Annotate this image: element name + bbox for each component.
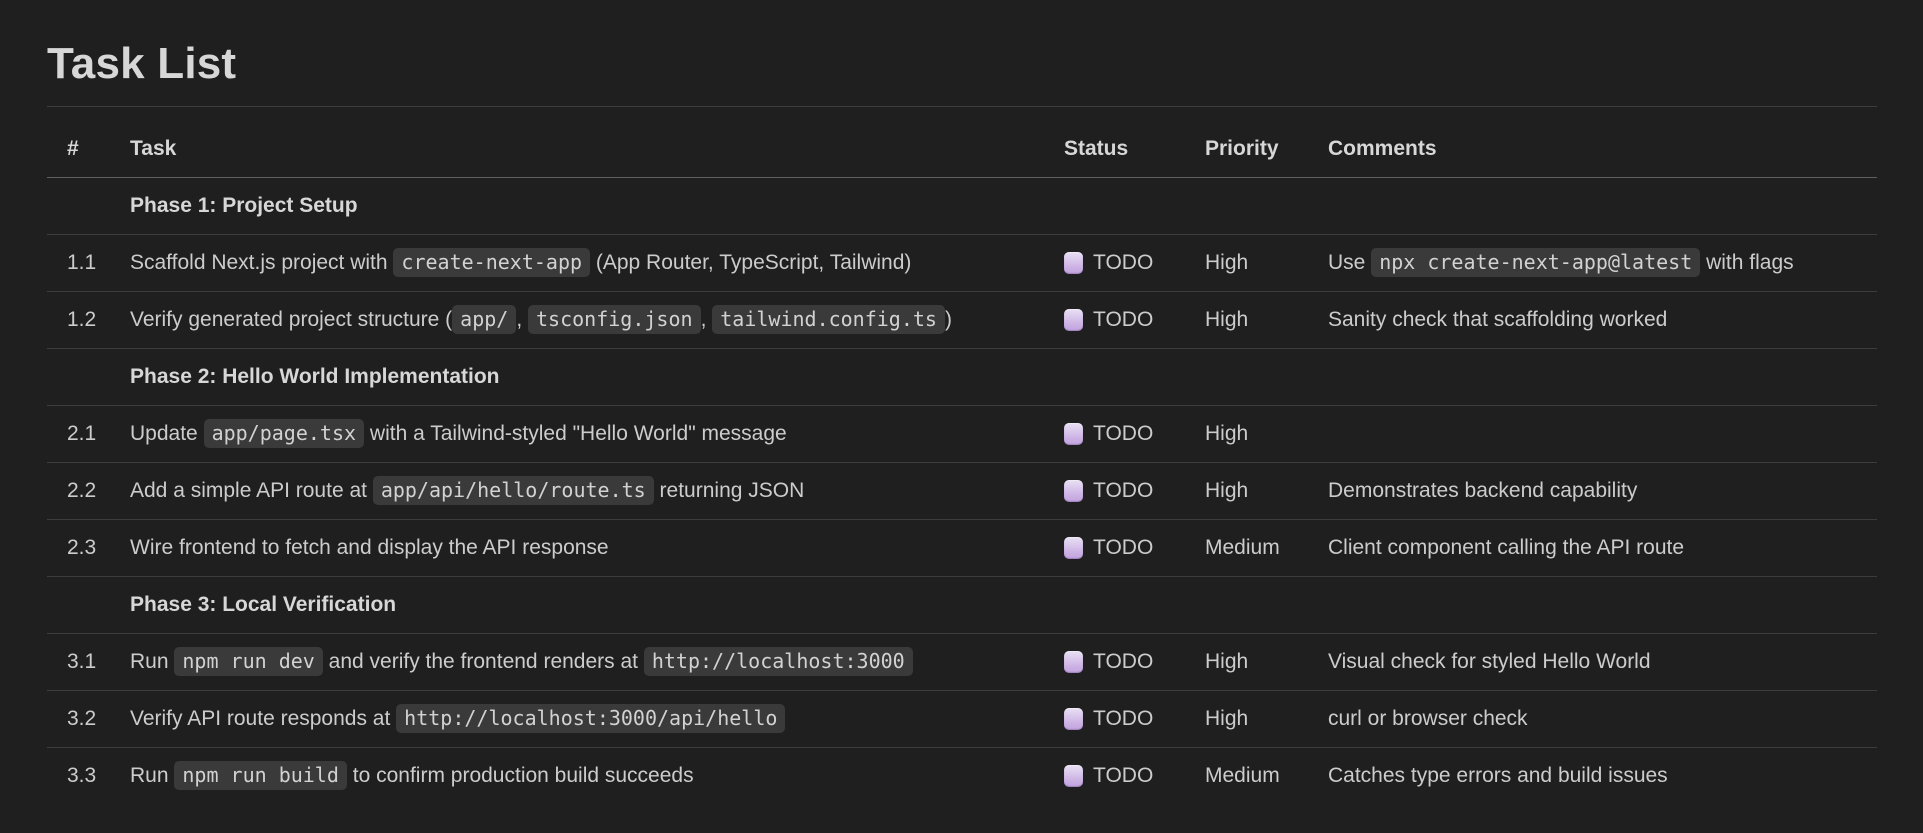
comments-cell: Demonstrates backend capability xyxy=(1328,479,1638,502)
task-cell: Verify generated project structure (app/… xyxy=(130,292,1064,349)
status-cell: TODO xyxy=(1064,406,1205,463)
inline-code: app/ xyxy=(452,305,517,334)
task-cell: Verify API route responds at http://loca… xyxy=(130,691,1064,748)
section-row: Phase 1: Project Setup xyxy=(47,178,1877,235)
table-header-row: # Task Status Priority Comments xyxy=(47,121,1877,178)
status-label: TODO xyxy=(1093,707,1154,730)
comments-cell: Visual check for styled Hello World xyxy=(1328,650,1651,673)
comments-cell: Catches type errors and build issues xyxy=(1328,764,1668,787)
inline-code: npm run build xyxy=(174,761,347,790)
section-title: Phase 2: Hello World Implementation xyxy=(130,365,500,388)
comments-cell: Use npx create-next-app@latest with flag… xyxy=(1328,235,1877,292)
col-header-num: # xyxy=(67,137,79,160)
inline-code: tsconfig.json xyxy=(528,305,701,334)
status-label: TODO xyxy=(1093,422,1154,445)
status-cell: TODO xyxy=(1064,634,1205,691)
inline-code: create-next-app xyxy=(393,248,591,277)
row-num-cell xyxy=(47,178,130,235)
todo-checkbox[interactable] xyxy=(1064,651,1083,673)
task-row: 1.1 Scaffold Next.js project with create-… xyxy=(47,234,1877,292)
status-label: TODO xyxy=(1093,308,1154,331)
task-row: 1.2 Verify generated project structure (a… xyxy=(47,291,1877,349)
task-row: 2.2 Add a simple API route at app/api/hel… xyxy=(47,462,1877,520)
row-num-cell: 3.3 xyxy=(67,764,97,787)
status-cell: TODO xyxy=(1064,235,1205,292)
todo-checkbox[interactable] xyxy=(1064,537,1083,559)
status-cell: TODO xyxy=(1064,748,1205,805)
row-num-cell: 3.1 xyxy=(67,650,97,673)
section-title: Phase 3: Local Verification xyxy=(130,593,397,616)
todo-checkbox[interactable] xyxy=(1064,480,1083,502)
priority-cell: Medium xyxy=(1205,764,1280,787)
status-label: TODO xyxy=(1093,764,1154,787)
document-body: Task List # Task Status Priority Comment… xyxy=(0,0,1923,804)
task-cell: Run npm run build to confirm production … xyxy=(130,748,1064,805)
todo-checkbox[interactable] xyxy=(1064,252,1083,274)
task-row: 3.1 Run npm run dev and verify the fronte… xyxy=(47,633,1877,691)
page-title: Task List xyxy=(47,39,237,88)
status-cell: TODO xyxy=(1064,691,1205,748)
row-num-cell: 1.1 xyxy=(67,251,97,274)
row-num-cell xyxy=(47,349,130,406)
row-num-cell xyxy=(47,577,130,634)
col-header-status: Status xyxy=(1064,137,1129,160)
todo-checkbox[interactable] xyxy=(1064,765,1083,787)
inline-code: npx create-next-app@latest xyxy=(1371,248,1701,277)
section-row: Phase 3: Local Verification xyxy=(47,576,1877,634)
task-row: 2.1 Update app/page.tsx with a Tailwind-s… xyxy=(47,405,1877,463)
col-header-priority: Priority xyxy=(1205,137,1279,160)
inline-code: http://localhost:3000/api/hello xyxy=(396,704,786,733)
todo-checkbox[interactable] xyxy=(1064,309,1083,331)
row-num-cell: 2.2 xyxy=(67,479,97,502)
task-table-body: Phase 1: Project Setup 1.1 Scaffold Next.j… xyxy=(47,178,1877,805)
priority-cell: High xyxy=(1205,251,1249,274)
task-cell: Update app/page.tsx with a Tailwind-styl… xyxy=(130,406,1064,463)
task-cell: Wire frontend to fetch and display the A… xyxy=(130,536,609,559)
section-row: Phase 2: Hello World Implementation xyxy=(47,348,1877,406)
task-cell: Scaffold Next.js project with create-nex… xyxy=(130,235,1064,292)
title-divider xyxy=(47,106,1877,107)
row-num-cell: 2.3 xyxy=(67,536,97,559)
comments-cell: curl or browser check xyxy=(1328,707,1528,730)
task-row: 3.3 Run npm run build to confirm producti… xyxy=(47,747,1877,805)
priority-cell: Medium xyxy=(1205,536,1280,559)
task-cell: Run npm run dev and verify the frontend … xyxy=(130,634,1064,691)
priority-cell: High xyxy=(1205,308,1249,331)
status-cell: TODO xyxy=(1064,292,1205,349)
task-row: 2.3 Wire frontend to fetch and display th… xyxy=(47,519,1877,577)
priority-cell: High xyxy=(1205,479,1249,502)
row-num-cell: 1.2 xyxy=(67,308,97,331)
comments-cell: Sanity check that scaffolding worked xyxy=(1328,308,1668,331)
priority-cell: High xyxy=(1205,707,1249,730)
comments-cell xyxy=(1328,406,1877,463)
todo-checkbox[interactable] xyxy=(1064,423,1083,445)
task-cell: Add a simple API route at app/api/hello/… xyxy=(130,463,1064,520)
status-cell: TODO xyxy=(1064,463,1205,520)
row-num-cell: 3.2 xyxy=(67,707,97,730)
inline-code: app/api/hello/route.ts xyxy=(372,476,654,505)
inline-code: tailwind.config.ts xyxy=(712,305,945,334)
status-cell: TODO xyxy=(1064,520,1205,577)
task-table: # Task Status Priority Comments Phase 1:… xyxy=(47,121,1877,804)
status-label: TODO xyxy=(1093,650,1154,673)
col-header-task: Task xyxy=(130,137,177,160)
status-label: TODO xyxy=(1093,251,1154,274)
comments-cell: Client component calling the API route xyxy=(1328,536,1685,559)
inline-code: app/page.tsx xyxy=(203,419,365,448)
row-num-cell: 2.1 xyxy=(67,422,97,445)
status-label: TODO xyxy=(1093,479,1154,502)
markdown-preview-page: { "page": { "title": "Task List" }, "col… xyxy=(0,0,1923,833)
priority-cell: High xyxy=(1205,650,1249,673)
task-row: 3.2 Verify API route responds at http://l… xyxy=(47,690,1877,748)
todo-checkbox[interactable] xyxy=(1064,708,1083,730)
section-title: Phase 1: Project Setup xyxy=(130,194,358,217)
col-header-comments: Comments xyxy=(1328,137,1437,160)
priority-cell: High xyxy=(1205,422,1249,445)
inline-code: http://localhost:3000 xyxy=(643,647,913,676)
inline-code: npm run dev xyxy=(174,647,323,676)
status-label: TODO xyxy=(1093,536,1154,559)
